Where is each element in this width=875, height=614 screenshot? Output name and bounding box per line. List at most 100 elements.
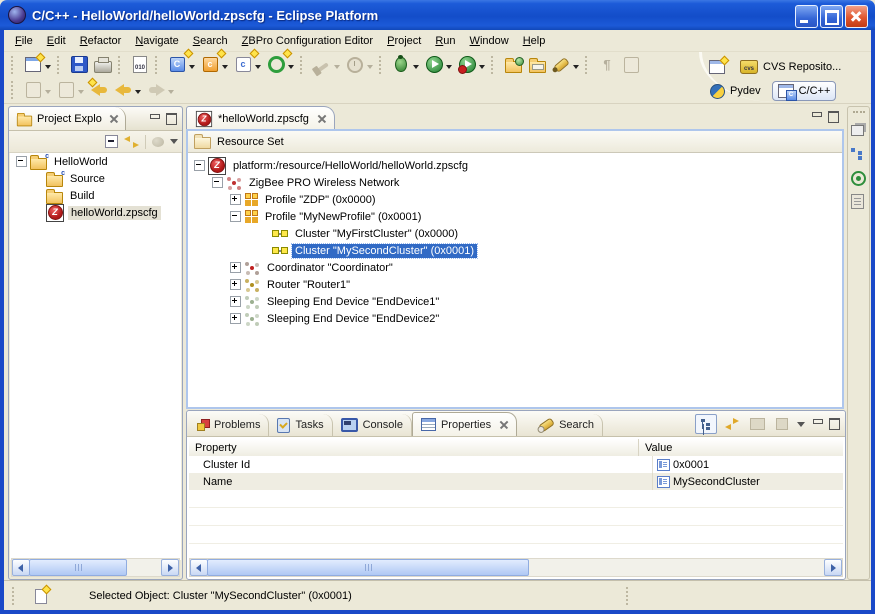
binary-view-button[interactable]: 010: [129, 54, 151, 76]
project-explorer-tab[interactable]: Project Explo: [9, 107, 126, 130]
expander-icon[interactable]: [212, 177, 223, 188]
perspective-cvs-button[interactable]: cvs CVS Reposito...: [735, 58, 846, 76]
maximize-button[interactable]: [820, 5, 843, 28]
scroll-right-button[interactable]: [824, 559, 842, 576]
new-class-dropdown[interactable]: [255, 65, 261, 72]
property-row-cluster-id[interactable]: Cluster Id 0x0001: [189, 456, 843, 473]
run-external-button[interactable]: [456, 54, 478, 76]
last-edit-location-button[interactable]: [88, 79, 110, 101]
expander-icon[interactable]: [230, 296, 241, 307]
new-make-target-dropdown[interactable]: [288, 65, 294, 72]
expander-icon[interactable]: [230, 279, 241, 290]
menu-window[interactable]: Window: [463, 32, 516, 50]
menu-navigate[interactable]: Navigate: [128, 32, 185, 50]
menu-run[interactable]: Run: [428, 32, 462, 50]
tree-item-zpscfg-file[interactable]: Z helloWorld.zpscfg: [10, 204, 181, 221]
tree-item-cluster-myfirstcluster[interactable]: Cluster "MyFirstCluster" (0x0000): [188, 225, 842, 242]
documents-view-button[interactable]: [851, 194, 866, 209]
tree-item-zigbee-network[interactable]: ZigBee PRO Wireless Network: [188, 174, 842, 191]
toolbar-drag-handle[interactable]: [57, 56, 62, 74]
make-targets-view-button[interactable]: [851, 171, 866, 186]
editor-maximize-icon[interactable]: [828, 111, 839, 123]
tree-item-enddevice2[interactable]: Sleeping End Device "EndDevice2": [188, 310, 842, 327]
tree-mode-toggle-button[interactable]: [695, 414, 717, 434]
new-c-file-button[interactable]: C: [166, 54, 188, 76]
sort-properties-button[interactable]: [722, 415, 742, 433]
menu-project[interactable]: Project: [380, 32, 428, 50]
view-maximize-icon[interactable]: [829, 418, 840, 430]
expander-icon[interactable]: [194, 160, 205, 171]
expander-icon[interactable]: [230, 262, 241, 273]
tree-item-helloworld[interactable]: c HelloWorld: [10, 153, 181, 170]
editor-tab-helloworld-zpscfg[interactable]: Z *helloWorld.zpscfg: [186, 106, 335, 130]
debug-button[interactable]: [390, 54, 412, 76]
tree-item-build[interactable]: Build: [10, 187, 181, 204]
open-type-button[interactable]: [502, 54, 524, 76]
menu-search[interactable]: Search: [186, 32, 235, 50]
tab-console[interactable]: Console: [333, 414, 412, 436]
tab-properties[interactable]: Properties: [412, 412, 517, 436]
editor-minimize-icon[interactable]: [812, 111, 821, 120]
new-c-file-dropdown[interactable]: [189, 65, 195, 72]
tree-item-coordinator[interactable]: Coordinator "Coordinator": [188, 259, 842, 276]
search-dropdown[interactable]: [573, 65, 579, 72]
expander-icon[interactable]: [230, 313, 241, 324]
new-class-button[interactable]: c: [232, 54, 254, 76]
view-menu-chevron[interactable]: [797, 422, 805, 431]
expander-icon[interactable]: [230, 211, 241, 222]
tree-item-platform-resource[interactable]: Z platform:/resource/HelloWorld/helloWor…: [188, 157, 842, 174]
open-perspective-button[interactable]: [706, 56, 728, 78]
scroll-left-button[interactable]: [12, 559, 30, 576]
restore-view-button[interactable]: [851, 125, 866, 140]
menu-file[interactable]: File: [8, 32, 40, 50]
properties-horizontal-scrollbar[interactable]: [189, 558, 843, 577]
print-button[interactable]: [92, 54, 114, 76]
scroll-thumb[interactable]: [207, 559, 529, 576]
tab-search[interactable]: Search: [531, 414, 603, 436]
fast-view-icon[interactable]: [35, 589, 47, 604]
expander-icon[interactable]: [230, 194, 241, 205]
scroll-right-button[interactable]: [161, 559, 179, 576]
tree-item-profile-mynewprofile[interactable]: Profile "MyNewProfile" (0x0001): [188, 208, 842, 225]
tree-item-cluster-mysecondcluster-selected[interactable]: Cluster "MySecondCluster" (0x0001): [188, 242, 842, 259]
link-with-editor-button[interactable]: [124, 136, 139, 148]
new-wizard-dropdown[interactable]: [45, 65, 51, 72]
toolbar-drag-handle[interactable]: [11, 81, 16, 99]
tree-item-enddevice1[interactable]: Sleeping End Device "EndDevice1": [188, 293, 842, 310]
tree-item-router[interactable]: Router "Router1": [188, 276, 842, 293]
close-icon[interactable]: [499, 420, 508, 429]
run-external-dropdown[interactable]: [479, 65, 485, 72]
expander-icon[interactable]: [16, 156, 27, 167]
toolbar-drag-handle[interactable]: [11, 56, 16, 74]
back-dropdown[interactable]: [135, 90, 141, 97]
search-toolbar-button[interactable]: [550, 54, 572, 76]
title-bar[interactable]: C/C++ - HelloWorld/helloWorld.zpscfg - E…: [0, 0, 875, 30]
outline-view-button[interactable]: [851, 148, 866, 163]
run-button[interactable]: [423, 54, 445, 76]
new-make-target-button[interactable]: [265, 54, 287, 76]
run-dropdown[interactable]: [446, 65, 452, 72]
view-minimize-icon[interactable]: [813, 418, 822, 427]
scroll-left-button[interactable]: [190, 559, 208, 576]
view-menu-chevron[interactable]: [170, 139, 178, 148]
close-icon[interactable]: [317, 114, 326, 123]
debug-dropdown[interactable]: [413, 65, 419, 72]
close-button[interactable]: [845, 5, 868, 28]
menu-zbpro-config-editor[interactable]: ZBPro Configuration Editor: [235, 32, 380, 50]
column-property[interactable]: Property: [189, 439, 639, 456]
menu-refactor[interactable]: Refactor: [73, 32, 129, 50]
collapse-all-button[interactable]: [105, 135, 118, 148]
menu-edit[interactable]: Edit: [40, 32, 73, 50]
minimize-button[interactable]: [795, 5, 818, 28]
scroll-thumb[interactable]: [29, 559, 127, 576]
new-c-folder-dropdown[interactable]: [222, 65, 228, 72]
new-c-folder-button[interactable]: c: [199, 54, 221, 76]
view-minimize-icon[interactable]: [150, 113, 159, 122]
fast-view-drag-handle[interactable]: [853, 111, 865, 117]
close-icon[interactable]: [109, 114, 118, 123]
column-value[interactable]: Value: [639, 439, 843, 456]
menu-help[interactable]: Help: [516, 32, 553, 50]
open-resource-button[interactable]: [526, 54, 548, 76]
perspective-cpp-button[interactable]: C C/C++: [772, 81, 837, 101]
explorer-horizontal-scrollbar[interactable]: [11, 558, 180, 577]
